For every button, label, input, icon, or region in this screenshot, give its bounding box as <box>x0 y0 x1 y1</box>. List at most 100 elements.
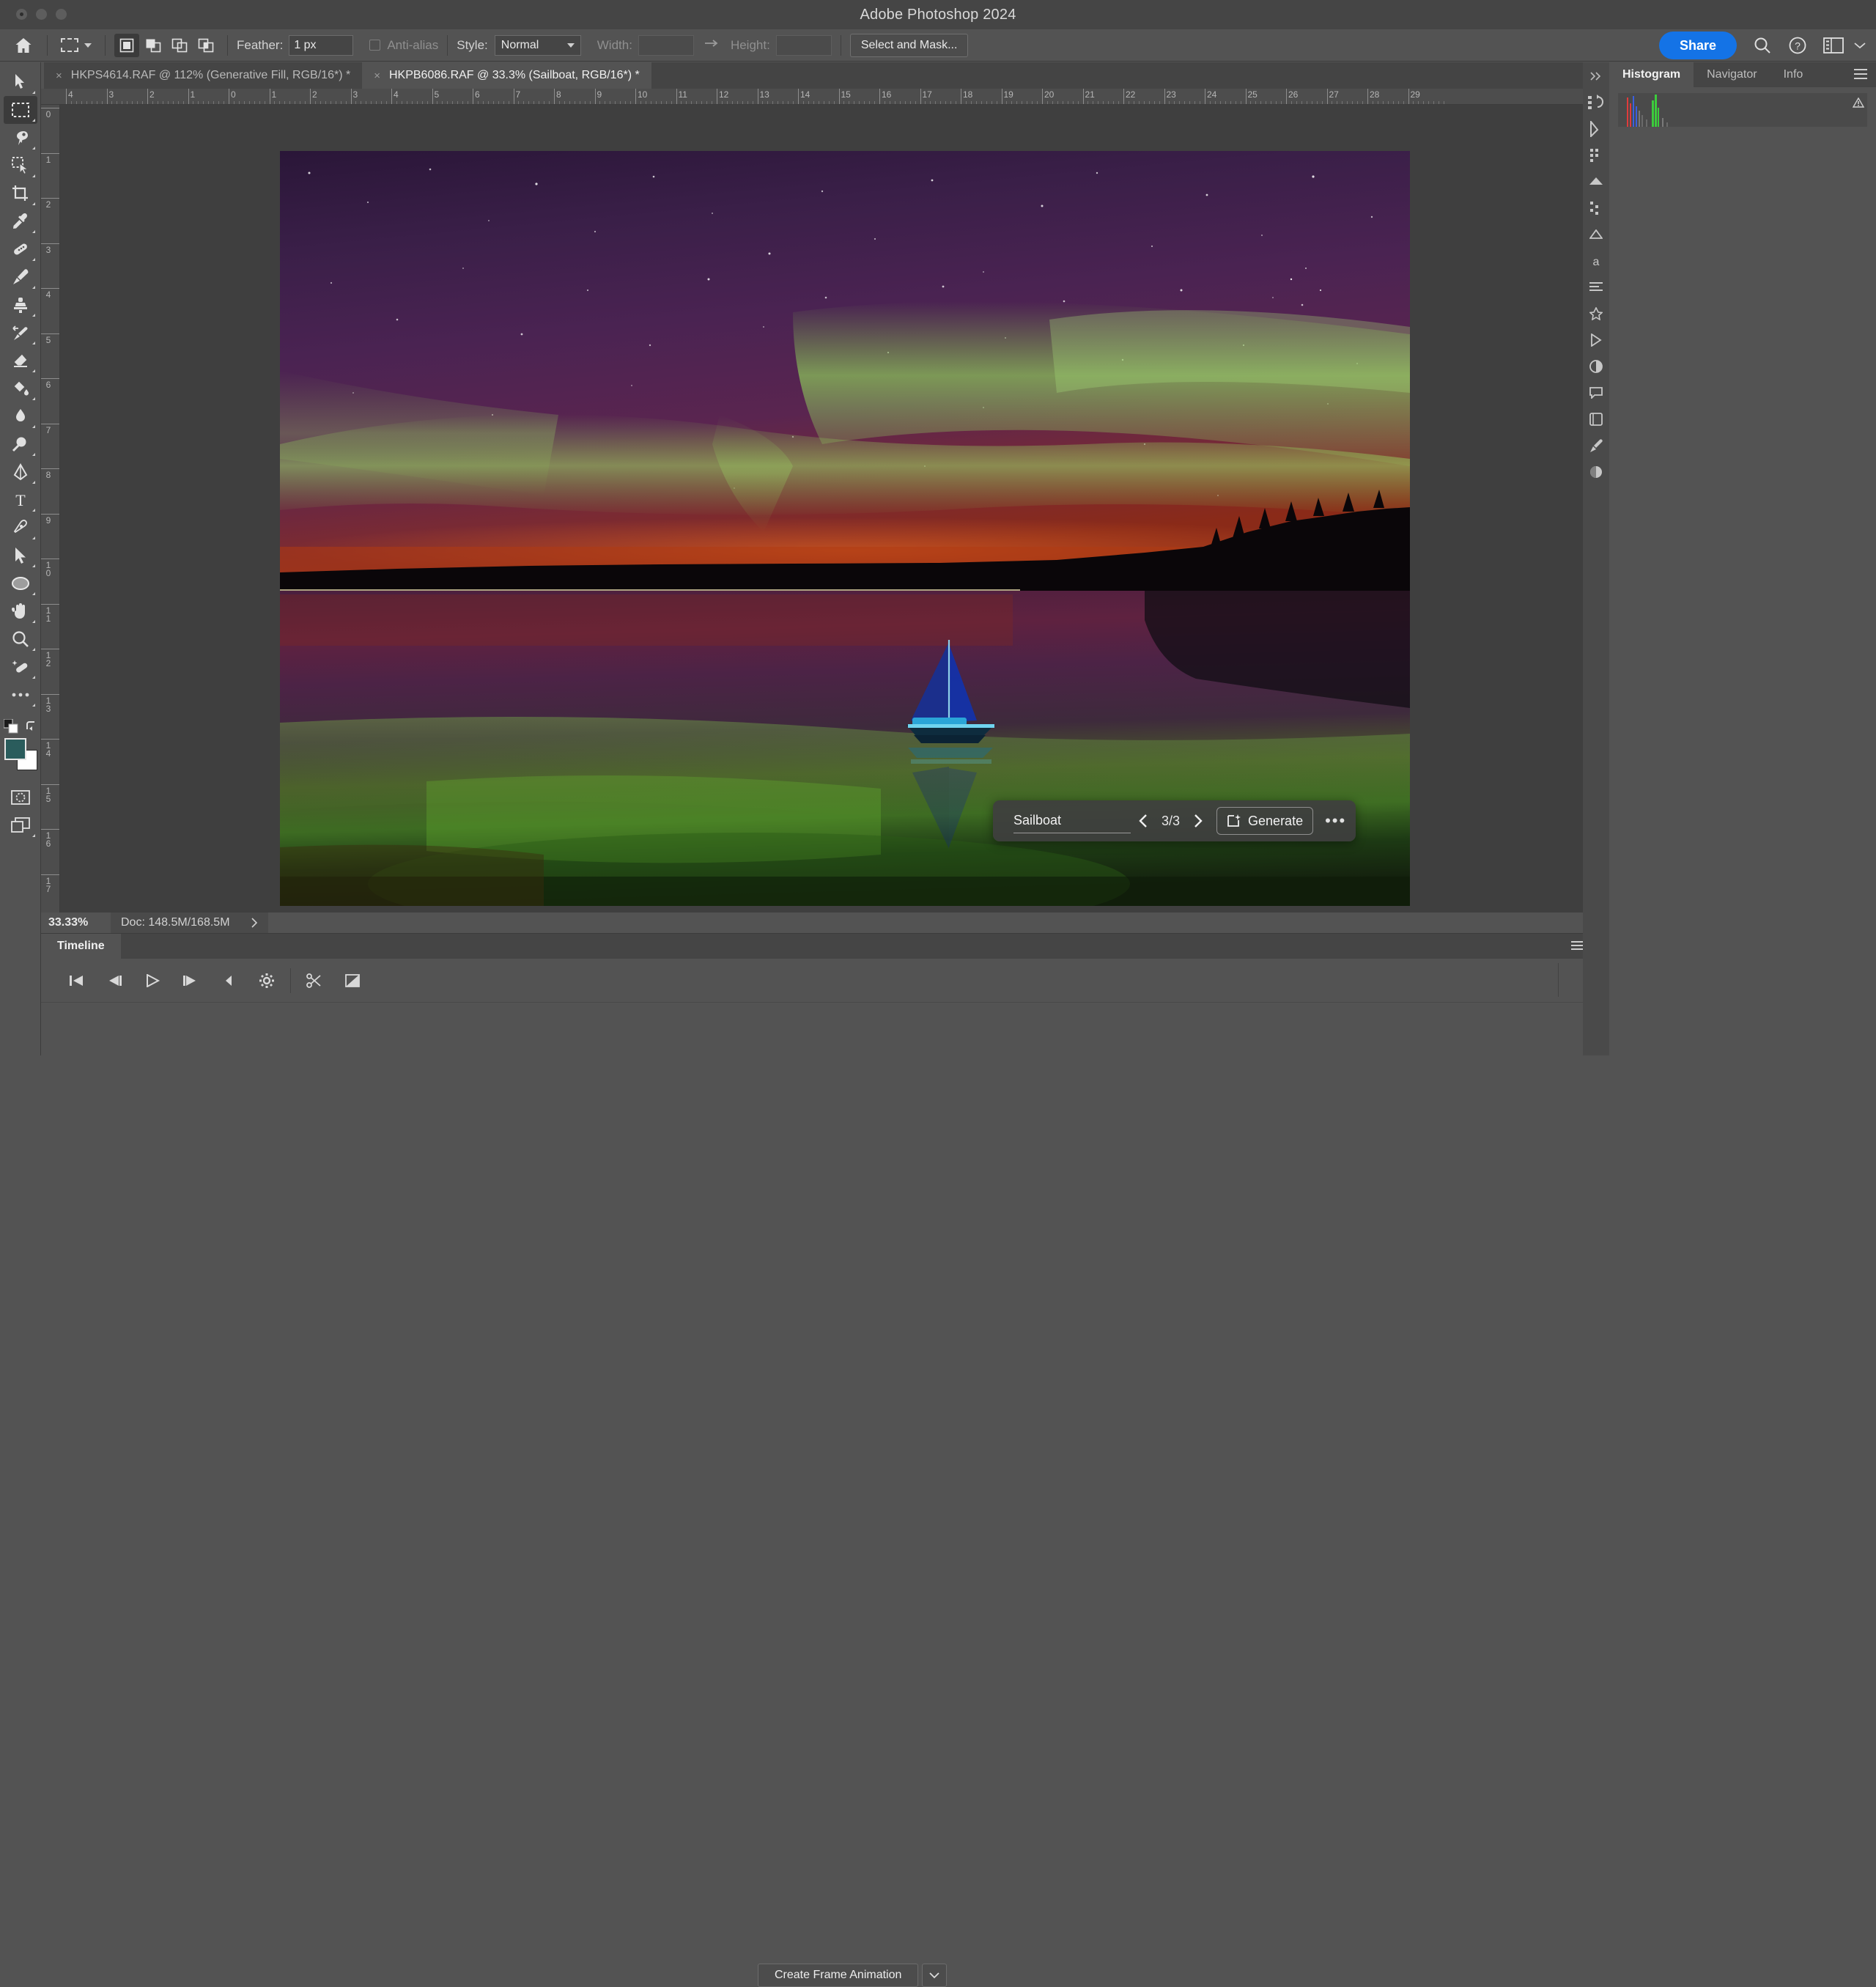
path-selection-tool[interactable] <box>4 514 37 542</box>
next-frame-icon[interactable] <box>171 964 210 998</box>
foreground-color-swatch[interactable] <box>4 738 26 760</box>
rectangular-marquee-tool[interactable] <box>3 96 37 124</box>
history-icon[interactable] <box>1587 93 1606 112</box>
patterns-icon[interactable] <box>1587 199 1606 218</box>
spot-healing-brush-tool[interactable] <box>4 235 37 263</box>
workspace-chevron-down-icon[interactable] <box>1854 42 1866 49</box>
selection-mode-group[interactable] <box>114 33 218 57</box>
comments-icon[interactable] <box>1587 383 1606 402</box>
tab-navigator[interactable]: Navigator <box>1694 62 1770 87</box>
eraser-tool[interactable] <box>4 347 37 375</box>
dodge-tool[interactable] <box>4 430 37 458</box>
quick-mask-icon[interactable] <box>4 784 37 811</box>
chevron-left-icon[interactable] <box>1138 814 1148 828</box>
adjustments-icon[interactable] <box>1587 357 1606 376</box>
lasso-tool[interactable] <box>4 124 37 152</box>
zoom-level-field[interactable]: 33.33% <box>41 916 111 929</box>
width-input[interactable] <box>638 34 694 56</box>
generative-fill-taskbar[interactable]: Sailboat 3/3 Generate ••• <box>993 800 1356 841</box>
hand-tool[interactable] <box>4 597 37 625</box>
taskbar-generate-button[interactable]: Generate <box>1216 807 1314 835</box>
tab-timeline[interactable]: Timeline <box>41 934 121 959</box>
doc-info-expand-icon[interactable] <box>251 918 258 928</box>
window-maximize-button[interactable] <box>56 9 67 20</box>
taskbar-prompt-input[interactable]: Sailboat <box>1013 808 1131 833</box>
audio-icon[interactable] <box>210 964 248 998</box>
window-traffic-lights[interactable] <box>16 9 67 20</box>
ellipse-shape-tool[interactable] <box>4 569 37 597</box>
chevron-down-icon[interactable] <box>84 43 92 48</box>
play-icon[interactable] <box>133 964 171 998</box>
chevron-right-icon[interactable] <box>1193 814 1203 828</box>
character-icon[interactable]: a <box>1587 251 1606 270</box>
uncached-refresh-icon[interactable] <box>1853 97 1864 108</box>
help-icon[interactable]: ? <box>1788 36 1807 55</box>
close-icon[interactable]: × <box>374 70 380 82</box>
blur-tool[interactable] <box>4 402 37 430</box>
object-selection-tool[interactable] <box>4 152 37 180</box>
canvas-scroll-area[interactable]: Sailboat 3/3 Generate ••• <box>60 105 1598 920</box>
window-minimize-button[interactable] <box>36 9 47 20</box>
create-frame-animation-button[interactable]: Create Frame Animation <box>758 1964 919 1987</box>
swatches-icon[interactable] <box>1587 146 1606 165</box>
paragraph-icon[interactable] <box>1587 278 1606 297</box>
remove-tool[interactable] <box>4 653 37 681</box>
history-brush-tool[interactable] <box>4 319 37 347</box>
style-select[interactable]: Normal <box>494 34 581 56</box>
add-to-selection-button[interactable] <box>141 34 166 57</box>
type-tool[interactable]: T <box>4 486 37 514</box>
shapes-icon[interactable] <box>1587 225 1606 244</box>
gradients-icon[interactable] <box>1587 172 1606 191</box>
tab-histogram[interactable]: Histogram <box>1609 62 1694 87</box>
share-button[interactable]: Share <box>1658 32 1737 59</box>
split-clip-icon[interactable] <box>295 964 333 998</box>
home-icon[interactable] <box>9 34 38 57</box>
crop-tool[interactable] <box>4 180 37 207</box>
search-icon[interactable] <box>1753 36 1772 55</box>
brush-tool[interactable] <box>4 263 37 291</box>
anti-alias-checkbox[interactable] <box>369 40 381 51</box>
libraries-icon[interactable] <box>1587 410 1606 429</box>
height-input[interactable] <box>775 34 832 56</box>
eyedropper-tool[interactable] <box>4 207 37 235</box>
canvas-image[interactable]: Sailboat 3/3 Generate ••• <box>280 151 1410 906</box>
window-close-button[interactable] <box>16 9 27 20</box>
paths-icon[interactable] <box>1587 119 1606 139</box>
actions-icon[interactable] <box>1587 331 1606 350</box>
vertical-ruler[interactable]: 01234567891011121314151617 <box>41 105 60 920</box>
create-frame-animation-group[interactable]: Create Frame Animation <box>758 1964 948 1987</box>
taskbar-more-options-icon[interactable]: ••• <box>1325 811 1346 830</box>
new-selection-button[interactable] <box>114 33 139 57</box>
direct-selection-tool[interactable] <box>4 542 37 569</box>
zoom-tool[interactable] <box>4 625 37 653</box>
workspace-icon[interactable] <box>1823 37 1844 54</box>
default-colors-icon[interactable] <box>3 719 18 734</box>
gradient-tool[interactable] <box>4 375 37 402</box>
close-icon[interactable]: × <box>56 70 62 82</box>
subtract-from-selection-button[interactable] <box>167 34 192 57</box>
chevron-down-icon[interactable] <box>922 1964 948 1987</box>
document-tab-2[interactable]: × HKPB6086.RAF @ 33.3% (Sailboat, RGB/16… <box>362 62 651 89</box>
edit-toolbar-more-tool[interactable] <box>4 681 37 709</box>
brushes-icon[interactable] <box>1587 436 1606 455</box>
previous-frame-icon[interactable] <box>95 964 133 998</box>
collapsed-panel-rail[interactable]: a <box>1583 62 1609 1055</box>
tab-info[interactable]: Info <box>1770 62 1817 87</box>
swap-arrow-icon[interactable] <box>704 39 720 51</box>
intersect-with-selection-button[interactable] <box>193 34 218 57</box>
swap-colors-icon[interactable] <box>26 720 37 732</box>
styles-icon[interactable] <box>1587 304 1606 323</box>
panel-menu-icon[interactable] <box>1854 69 1867 82</box>
transition-icon[interactable] <box>333 964 372 998</box>
screen-mode-icon[interactable] <box>4 811 37 839</box>
color-icon[interactable] <box>1587 462 1606 482</box>
select-and-mask-button[interactable]: Select and Mask... <box>849 33 969 57</box>
tool-preset-picker[interactable] <box>56 38 96 52</box>
settings-gear-icon[interactable] <box>248 964 286 998</box>
pen-tool[interactable] <box>4 458 37 486</box>
clone-stamp-tool[interactable] <box>4 291 37 319</box>
double-chevron-right-icon[interactable] <box>1587 67 1606 86</box>
horizontal-ruler[interactable]: 4 3 2 1 0 1 2 3 4 5 6 7 8 9 10 11 12 13 14 15 16 17 18 19 20 21 22… <box>41 89 1598 105</box>
go-to-first-frame-icon[interactable] <box>57 964 95 998</box>
feather-input[interactable]: 1 px <box>289 34 354 56</box>
